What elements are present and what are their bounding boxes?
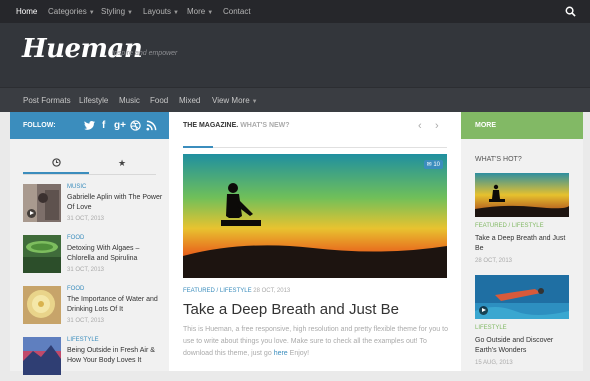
post-date: 31 OCT, 2013	[67, 318, 105, 324]
google-plus-icon[interactable]: g+	[114, 120, 126, 131]
facebook-icon[interactable]: f	[102, 120, 105, 131]
subnav-mixed[interactable]: Mixed	[179, 88, 200, 113]
sidebar-tabs: ★	[23, 153, 156, 175]
excerpt-text: This is Hueman, a free responsive, high …	[183, 326, 448, 357]
post-thumbnail[interactable]	[23, 235, 61, 273]
section-heading: THE MAGAZINE. WHAT'S NEW?	[183, 122, 290, 129]
list-item[interactable]: FOOD Detoxing With Algaes – Chlorella an…	[23, 235, 163, 279]
comment-count-badge[interactable]: ✉ 10	[423, 160, 443, 169]
post-category[interactable]: MUSIC	[67, 184, 86, 190]
subnav-post-formats[interactable]: Post Formats	[23, 88, 71, 113]
comment-count: 10	[433, 162, 440, 168]
play-icon	[479, 306, 488, 315]
divider	[213, 147, 447, 148]
chevron-down-icon: ▼	[173, 10, 179, 16]
hot-post-title[interactable]: Go Outside and Discover Earth's Wonders	[475, 336, 575, 356]
post-category[interactable]: LIFESTYLE	[67, 337, 99, 343]
dribbble-icon[interactable]	[130, 120, 141, 131]
post-title[interactable]: Gabrielle Aplin with The Power Of Love	[67, 193, 167, 213]
chevron-down-icon: ▼	[207, 10, 214, 16]
subnav-music[interactable]: Music	[119, 88, 140, 113]
nav-layouts[interactable]: Layouts ▼	[143, 0, 179, 23]
post-title[interactable]: Being Outside in Fresh Air & How Your Bo…	[67, 346, 167, 366]
follow-label: FOLLOW:	[23, 122, 56, 129]
featured-date: 28 OCT, 2013	[253, 288, 291, 294]
post-date: 31 OCT, 2013	[67, 216, 105, 222]
featured-image[interactable]: ✉ 10	[183, 154, 447, 278]
featured-title[interactable]: Take a Deep Breath and Just Be	[183, 301, 399, 318]
tab-popular[interactable]: ★	[89, 153, 155, 174]
list-item[interactable]: MUSIC Gabrielle Aplin with The Power Of …	[23, 184, 163, 228]
post-category[interactable]: FOOD	[67, 235, 84, 241]
list-item[interactable]: LIFESTYLE Being Outside in Fresh Air & H…	[23, 337, 163, 381]
hot-post-thumbnail[interactable]	[475, 173, 569, 217]
post-thumbnail[interactable]	[23, 184, 61, 222]
search-icon[interactable]	[565, 6, 576, 17]
whats-hot-heading: WHAT'S HOT?	[475, 156, 522, 163]
nav-styling[interactable]: Styling ▼	[101, 0, 133, 23]
more-bar: MORE	[461, 112, 583, 139]
post-date: 31 OCT, 2013	[67, 267, 105, 273]
nav-more-label: More	[187, 7, 206, 16]
play-icon	[27, 209, 36, 218]
featured-meta: FEATURED / LIFESTYLE 28 OCT, 2013	[183, 288, 290, 294]
slider-indicator	[183, 146, 213, 148]
star-icon: ★	[117, 158, 127, 168]
post-category[interactable]: FOOD	[67, 286, 84, 292]
subnav-lifestyle[interactable]: Lifestyle	[79, 88, 108, 113]
nav-home[interactable]: Home	[16, 0, 37, 23]
chevron-down-icon: ▼	[251, 99, 258, 105]
chevron-right-icon[interactable]: ›	[435, 120, 439, 132]
right-sidebar: WHAT'S HOT? FEATURED / LIFESTYLE Take a …	[461, 139, 583, 371]
nav-categories[interactable]: Categories ▼	[48, 0, 95, 23]
hot-post-date: 15 AUG, 2013	[475, 360, 513, 366]
left-sidebar: ★ MUSIC Gabrielle Aplin with The Power O…	[10, 139, 169, 375]
chevron-left-icon[interactable]: ‹	[418, 120, 422, 132]
chevron-down-icon: ▼	[127, 10, 133, 16]
nav-more[interactable]: More ▼	[187, 0, 213, 23]
nav-layouts-label: Layouts	[143, 7, 172, 16]
follow-bar: FOLLOW: f g+	[10, 112, 169, 139]
site-logo[interactable]: Hueman	[22, 34, 143, 64]
site-tagline: Inspire and empower	[112, 50, 178, 57]
post-title[interactable]: Detoxing With Algaes – Chlorella and Spi…	[67, 244, 167, 264]
hot-post-category[interactable]: LIFESTYLE	[475, 325, 507, 331]
category-navigation: Post Formats Lifestyle Music Food Mixed …	[0, 87, 590, 112]
clock-icon	[51, 158, 61, 167]
subnav-food[interactable]: Food	[150, 88, 168, 113]
post-title[interactable]: The Importance of Water and Drinking Lot…	[67, 295, 167, 315]
nav-styling-label: Styling	[101, 7, 126, 16]
nav-contact[interactable]: Contact	[223, 0, 251, 23]
excerpt-link[interactable]: here	[274, 350, 288, 357]
top-navigation: Home Categories ▼ Styling ▼ Layouts ▼ More ▼…	[0, 0, 590, 23]
nav-categories-label: Categories	[48, 7, 87, 16]
post-thumbnail[interactable]	[23, 337, 61, 375]
hot-post-thumbnail[interactable]	[475, 275, 569, 319]
rss-icon[interactable]	[146, 120, 157, 131]
subnav-view-more-label: View More	[212, 96, 250, 105]
featured-excerpt: This is Hueman, a free responsive, high …	[183, 324, 453, 360]
list-item[interactable]: FOOD The Importance of Water and Drinkin…	[23, 286, 163, 330]
twitter-icon[interactable]	[84, 120, 95, 131]
excerpt-tail: Enjoy!	[289, 350, 310, 357]
subnav-view-more[interactable]: View More ▼	[212, 88, 258, 113]
chevron-down-icon: ▼	[88, 10, 95, 16]
tab-recent[interactable]	[23, 153, 89, 174]
hot-post-date: 28 OCT, 2013	[475, 258, 513, 264]
main-content: THE MAGAZINE. WHAT'S NEW? ‹ › ✉ 10 FEATU…	[169, 112, 461, 371]
featured-category[interactable]: FEATURED / LIFESTYLE	[183, 288, 252, 294]
hot-post-category[interactable]: FEATURED / LIFESTYLE	[475, 223, 544, 229]
section-heading-sub: WHAT'S NEW?	[240, 122, 290, 129]
more-label: MORE	[475, 122, 496, 129]
hot-post-title[interactable]: Take a Deep Breath and Just Be	[475, 234, 575, 254]
post-thumbnail[interactable]	[23, 286, 61, 324]
section-heading-main: THE MAGAZINE.	[183, 122, 239, 129]
